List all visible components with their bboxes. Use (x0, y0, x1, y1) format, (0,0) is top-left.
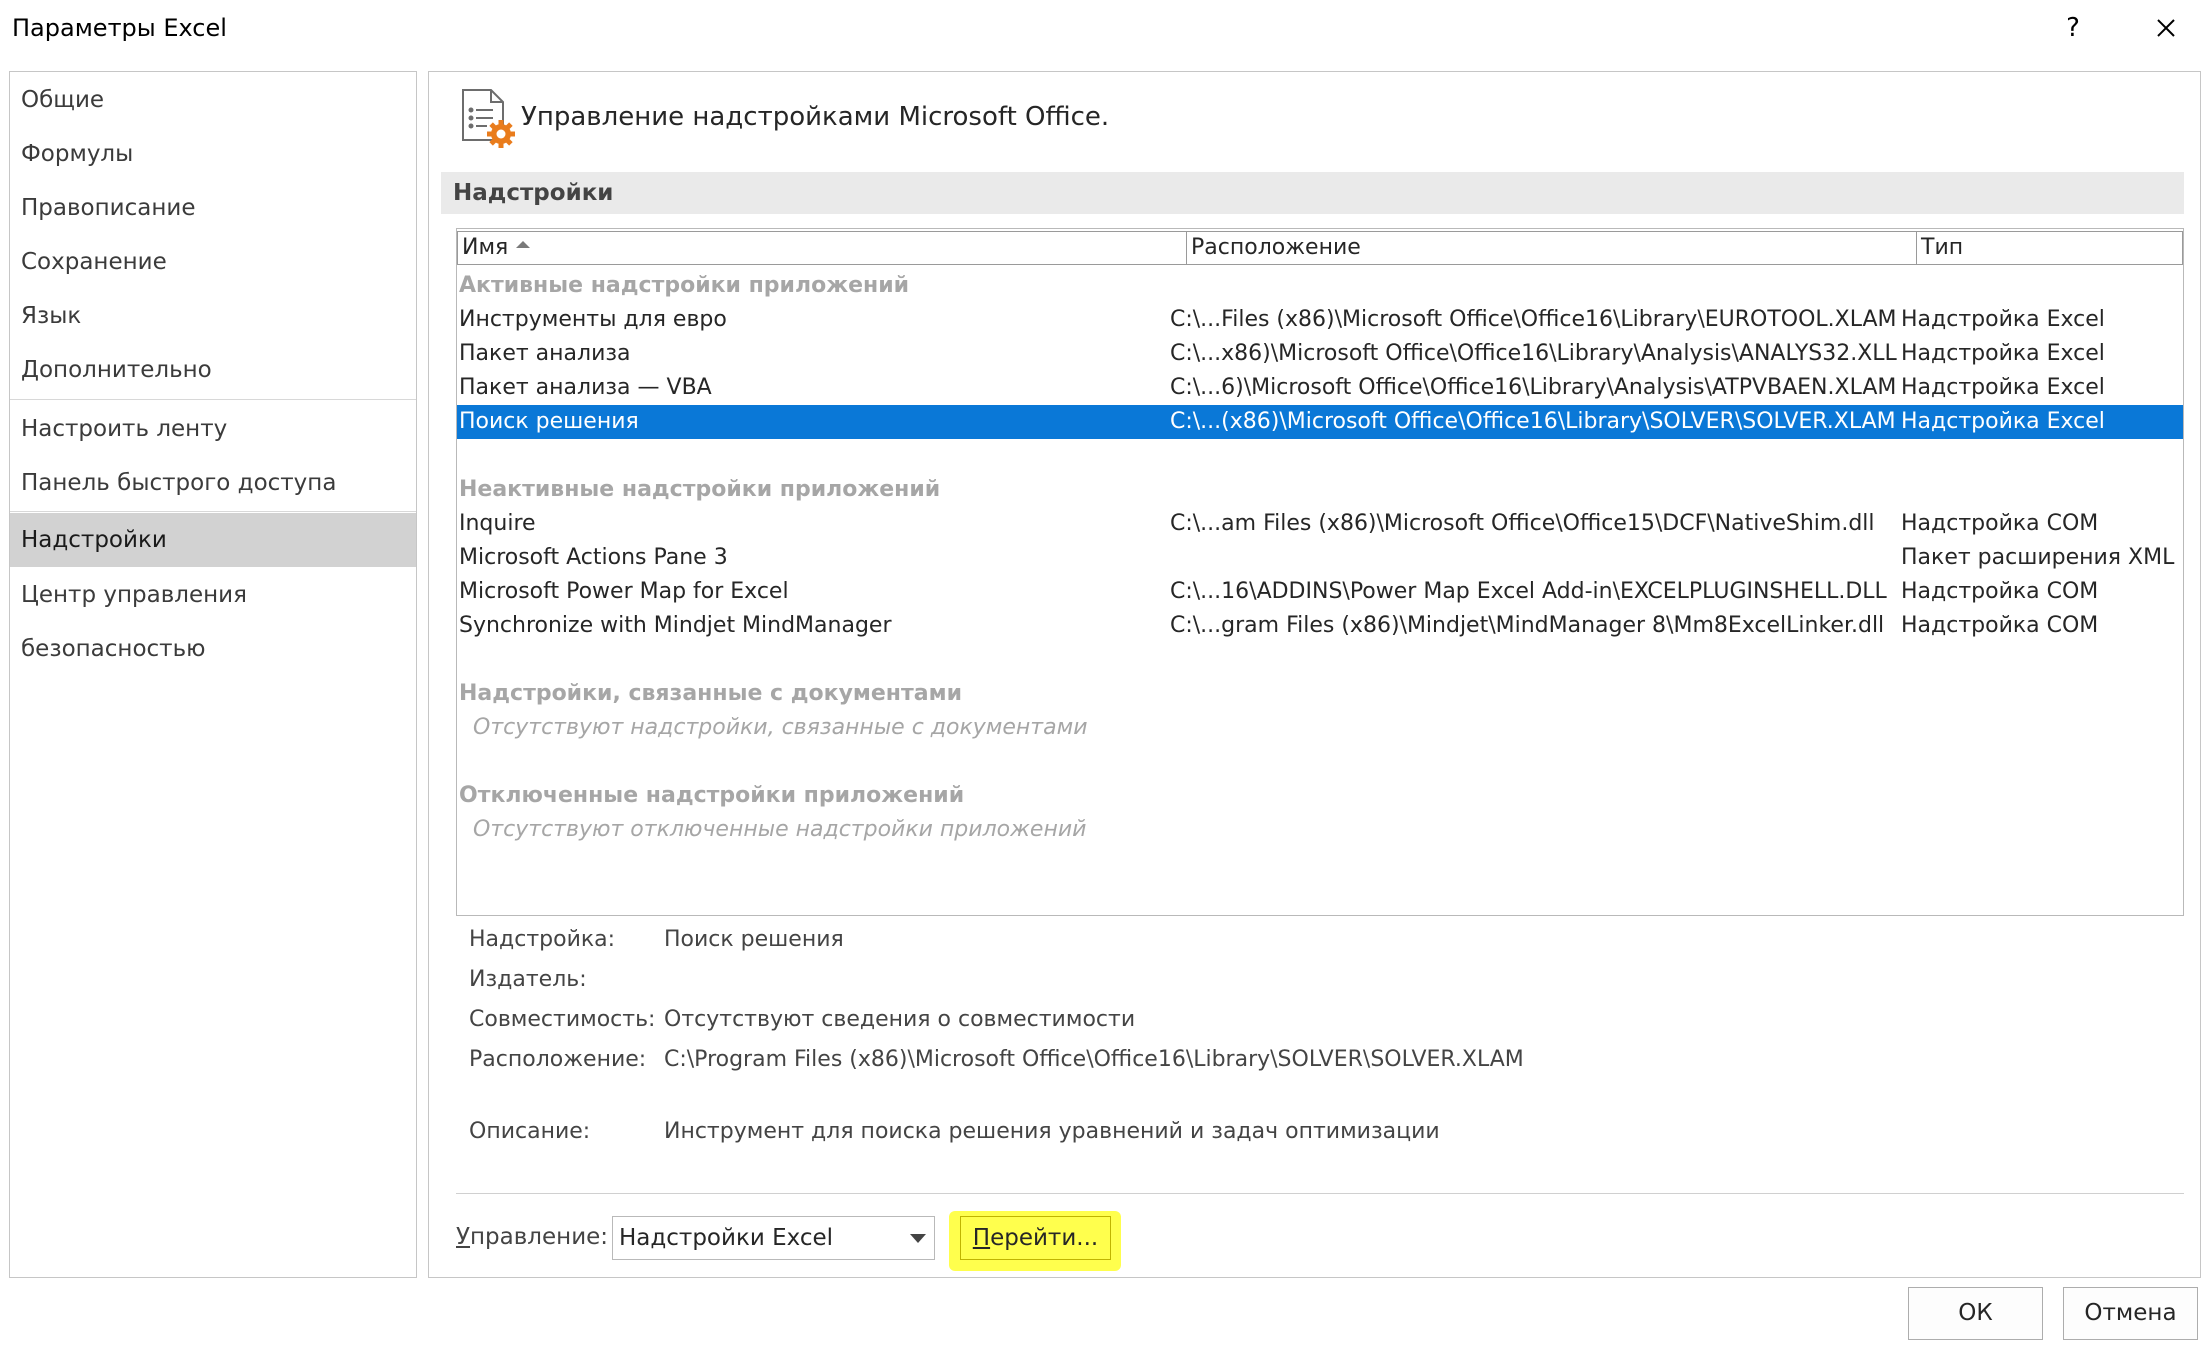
sidebar-item-general[interactable]: Общие (10, 73, 416, 127)
sidebar-item-proofing[interactable]: Правописание (10, 181, 416, 235)
sidebar-item-trust-center[interactable]: Центр управления безопасностью (10, 568, 416, 662)
addin-row-solver[interactable]: Поиск решения C:\...(x86)\Microsoft Offi… (457, 405, 2183, 439)
divider (456, 1193, 2184, 1194)
column-header-type-label: Тип (1921, 235, 1964, 260)
detail-desc-label: Описание: (469, 1119, 591, 1144)
addin-location: C:\...6)\Microsoft Office\Office16\Libra… (1170, 375, 1897, 400)
sidebar-item-formulas[interactable]: Формулы (10, 127, 416, 181)
go-button-mnemonic: П (972, 1225, 991, 1251)
detail-location-label: Расположение: (469, 1047, 647, 1072)
addin-type: Надстройка Excel (1901, 409, 2105, 434)
title-bar: Параметры Excel ? (0, 0, 2210, 60)
sidebar-item-advanced[interactable]: Дополнительно (10, 343, 416, 397)
addin-name: Пакет анализа — VBA (459, 375, 712, 400)
manage-label-mnemonic: У (456, 1224, 471, 1250)
addin-location: C:\...gram Files (x86)\Mindjet\MindManag… (1170, 613, 1885, 638)
group-disabled-header: Отключенные надстройки приложений (459, 783, 965, 808)
addin-name: Microsoft Actions Pane 3 (459, 545, 728, 570)
addin-location: C:\...x86)\Microsoft Office\Office16\Lib… (1170, 341, 1897, 366)
addin-name: Пакет анализа (459, 341, 631, 366)
group-inactive-header: Неактивные надстройки приложений (459, 477, 941, 502)
addin-name: Поиск решения (459, 409, 639, 434)
addin-type: Надстройка Excel (1901, 307, 2105, 332)
cancel-button[interactable]: Отмена (2063, 1287, 2198, 1340)
sidebar-item-save[interactable]: Сохранение (10, 235, 416, 289)
addins-settings-icon (459, 86, 519, 150)
addin-location: C:\...(x86)\Microsoft Office\Office16\Li… (1170, 409, 1896, 434)
manage-label-text: правление: (470, 1224, 609, 1250)
detail-location-value: C:\Program Files (x86)\Microsoft Office\… (664, 1047, 1524, 1072)
addins-list[interactable]: Имя Расположение Тип Активные надстройки… (456, 228, 2184, 916)
help-button[interactable]: ? (2053, 8, 2093, 48)
detail-addin-label: Надстройка: (469, 927, 616, 952)
addin-type: Надстройка COM (1901, 511, 2099, 536)
addin-location: C:\...16\ADDINS\Power Map Excel Add-in\E… (1170, 579, 1887, 604)
sidebar-item-language[interactable]: Язык (10, 289, 416, 343)
column-header-location[interactable]: Расположение (1186, 231, 1918, 265)
column-header-name-label: Имя (462, 235, 509, 260)
go-button[interactable]: Перейти... (960, 1216, 1111, 1260)
sidebar-divider (10, 399, 416, 400)
addin-row-analysis-vba[interactable]: Пакет анализа — VBA C:\...6)\Microsoft O… (457, 371, 2183, 405)
sort-ascending-icon (516, 240, 531, 248)
manage-dropdown[interactable]: Надстройки Excel (612, 1216, 935, 1260)
detail-compat-label: Совместимость: (469, 1007, 656, 1032)
dropdown-arrow-icon (910, 1234, 926, 1243)
section-bar: Надстройки (441, 172, 2184, 214)
detail-desc-value: Инструмент для поиска решения уравнений … (664, 1119, 1440, 1144)
addin-name: Synchronize with Mindjet MindManager (459, 613, 892, 638)
sidebar-item-quick-access[interactable]: Панель быстрого доступа (10, 456, 416, 510)
options-sidebar: Общие Формулы Правописание Сохранение Яз… (9, 71, 417, 1278)
detail-addin-value: Поиск решения (664, 927, 844, 952)
addin-row-eurotool[interactable]: Инструменты для евро C:\...Files (x86)\M… (457, 303, 2183, 337)
close-icon (2157, 19, 2175, 37)
addin-row-analysis[interactable]: Пакет анализа C:\...x86)\Microsoft Offic… (457, 337, 2183, 371)
addin-name: Inquire (459, 511, 536, 536)
group-document-header: Надстройки, связанные с документами (459, 681, 963, 706)
addin-type: Надстройка Excel (1901, 341, 2105, 366)
manage-dropdown-value: Надстройки Excel (619, 1225, 834, 1251)
column-header-type[interactable]: Тип (1916, 231, 2183, 265)
column-header-location-label: Расположение (1191, 235, 1361, 260)
group-disabled-empty: Отсутствуют отключенные надстройки прило… (473, 817, 1087, 842)
addin-row-actions-pane[interactable]: Microsoft Actions Pane 3 Пакет расширени… (457, 541, 2183, 575)
addin-type: Надстройка COM (1901, 579, 2099, 604)
go-button-label: ерейти... (990, 1225, 1099, 1251)
addin-name: Инструменты для евро (459, 307, 727, 332)
manage-label: Управление: (456, 1224, 608, 1250)
addin-type: Надстройка COM (1901, 613, 2099, 638)
addin-row-mindjet[interactable]: Synchronize with Mindjet MindManager C:\… (457, 609, 2183, 643)
sidebar-divider (10, 511, 416, 512)
addin-type: Пакет расширения XML (1901, 545, 2175, 570)
window-title: Параметры Excel (12, 14, 227, 42)
sidebar-item-addins[interactable]: Надстройки (10, 513, 416, 567)
panel-header: Управление надстройками Microsoft Office… (521, 102, 1110, 132)
ok-button[interactable]: ОК (1908, 1287, 2043, 1340)
addin-name: Microsoft Power Map for Excel (459, 579, 789, 604)
group-active-header: Активные надстройки приложений (459, 273, 910, 298)
section-title: Надстройки (453, 180, 614, 206)
addins-panel: Управление надстройками Microsoft Office… (428, 71, 2201, 1278)
detail-publisher-label: Издатель: (469, 967, 587, 992)
sidebar-item-customize-ribbon[interactable]: Настроить ленту (10, 402, 416, 456)
detail-compat-value: Отсутствуют сведения о совместимости (664, 1007, 1136, 1032)
addin-type: Надстройка Excel (1901, 375, 2105, 400)
addin-row-power-map[interactable]: Microsoft Power Map for Excel C:\...16\A… (457, 575, 2183, 609)
close-button[interactable] (2144, 8, 2188, 48)
addin-row-inquire[interactable]: Inquire C:\...am Files (x86)\Microsoft O… (457, 507, 2183, 541)
addin-location: C:\...Files (x86)\Microsoft Office\Offic… (1170, 307, 1897, 332)
group-document-empty: Отсутствуют надстройки, связанные с доку… (473, 715, 1088, 740)
column-header-name[interactable]: Имя (457, 231, 1188, 265)
addin-location: C:\...am Files (x86)\Microsoft Office\Of… (1170, 511, 1875, 536)
